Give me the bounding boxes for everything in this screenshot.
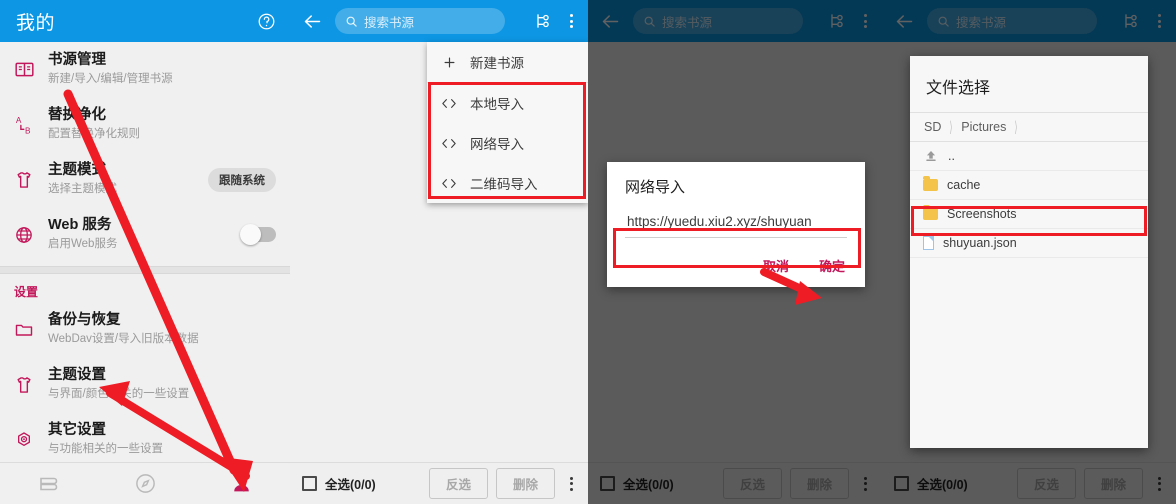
import-dropdown-menu: 新建书源 本地导入 网络导入 二维码导入 <box>427 42 588 203</box>
confirm-button[interactable]: 确定 <box>819 256 845 275</box>
network-import-dialog: 网络导入 https://yuedu.xiu2.xyz/shuyuan 取消 确… <box>607 162 865 287</box>
code-icon <box>441 177 457 190</box>
menu-item-label: 新建书源 <box>470 56 524 71</box>
back-arrow-icon[interactable] <box>302 11 323 32</box>
shirt-icon <box>14 375 48 395</box>
file-chooser-dialog: 文件选择 SD ⟩ Pictures ⟩ .. cache Screenshot… <box>910 56 1148 448</box>
menu-item-label: 二维码导入 <box>470 177 538 192</box>
section-label-settings: 设置 <box>14 285 39 299</box>
search-icon <box>345 15 358 28</box>
dialog-title: 文件选择 <box>926 80 991 97</box>
setting-subtitle: 配置替换净化规则 <box>48 128 140 140</box>
section-divider <box>0 266 290 274</box>
menu-item-label: 本地导入 <box>470 97 524 112</box>
file-row-parent[interactable]: .. <box>910 142 1148 171</box>
setting-subtitle: 选择主题模式 <box>48 183 117 195</box>
bottom-navigation <box>0 462 290 504</box>
file-row-screenshots[interactable]: Screenshots <box>910 200 1148 229</box>
svg-text:B: B <box>25 126 31 135</box>
menu-item-new-source[interactable]: 新建书源 <box>427 42 588 82</box>
setting-subtitle: 与界面/颜色相关的一些设置 <box>48 388 190 400</box>
panel-book-source-menu: 搜索书源 新建书源 本地导入 网络导入 二维码导入 全选(0/0) 反选 删除 <box>290 0 588 504</box>
search-input[interactable]: 搜索书源 <box>335 8 505 34</box>
setting-title: 备份与恢复 <box>48 312 121 328</box>
theme-mode-chip[interactable]: 跟随系统 <box>208 167 276 192</box>
replace-icon: A B <box>14 114 48 136</box>
breadcrumb-item-pictures[interactable]: Pictures <box>961 120 1006 134</box>
setting-title: Web 服务 <box>48 217 112 233</box>
folder-icon <box>923 176 938 191</box>
select-all-checkbox[interactable] <box>302 476 317 491</box>
compass-icon[interactable] <box>134 472 157 495</box>
setting-subtitle: WebDav设置/导入旧版本数据 <box>48 333 199 345</box>
setting-title: 替换净化 <box>48 107 106 123</box>
setting-row-theme-mode[interactable]: 主题模式 选择主题模式 跟随系统 <box>0 152 290 207</box>
web-service-toggle[interactable] <box>240 224 276 245</box>
page-title: 我的 <box>16 12 56 34</box>
menu-item-local-import[interactable]: 本地导入 <box>427 83 588 123</box>
book-icon <box>14 59 48 80</box>
file-row-cache[interactable]: cache <box>910 171 1148 200</box>
overflow-menu-icon[interactable] <box>563 476 580 491</box>
setting-row-theme-settings[interactable]: 主题设置 与界面/颜色相关的一些设置 <box>0 357 290 412</box>
file-icon <box>923 236 934 250</box>
setting-title: 主题模式 <box>48 162 106 178</box>
setting-subtitle: 与功能相关的一些设置 <box>48 443 163 455</box>
file-row-label: shuyuan.json <box>943 236 1017 250</box>
shirt-icon <box>14 170 48 190</box>
file-row-shuyuan-json[interactable]: shuyuan.json <box>910 229 1148 258</box>
globe-icon <box>14 225 48 245</box>
group-filter-icon[interactable] <box>533 11 553 31</box>
setting-title: 书源管理 <box>48 52 106 68</box>
folder-icon <box>14 320 48 340</box>
setting-title: 主题设置 <box>48 367 106 383</box>
bookshelf-icon[interactable] <box>37 472 61 496</box>
plus-icon <box>441 55 457 70</box>
gear-icon <box>14 430 48 450</box>
setting-row-backup-restore[interactable]: 备份与恢复 WebDav设置/导入旧版本数据 <box>0 302 290 357</box>
chevron-right-icon: ⟩ <box>1014 119 1018 136</box>
code-icon <box>441 137 457 150</box>
svg-text:A: A <box>16 116 22 125</box>
appbar-my: 我的 <box>0 0 290 42</box>
dialog-title: 网络导入 <box>625 179 686 196</box>
setting-row-book-source[interactable]: 书源管理 新建/导入/编辑/管理书源 <box>0 42 290 97</box>
overflow-menu-icon[interactable] <box>563 14 580 28</box>
settings-list: 书源管理 新建/导入/编辑/管理书源 A B 替换净化 配置替换净化规则 主题模… <box>0 42 290 462</box>
panel-my-settings: 我的 书源管理 新建/导入/编辑/管理书源 A B 替换净化 配置替换净化规则 … <box>0 0 290 504</box>
invert-selection-button[interactable]: 反选 <box>428 468 488 499</box>
panel-file-chooser-dialog: 搜索书源 全选(0/0) 反选 删除 文件选择 SD <box>882 0 1176 504</box>
menu-item-label: 网络导入 <box>470 137 524 152</box>
delete-button[interactable]: 删除 <box>495 468 555 499</box>
folder-icon <box>923 205 938 220</box>
setting-row-other-settings[interactable]: 其它设置 与功能相关的一些设置 <box>0 412 290 467</box>
file-row-label: Screenshots <box>947 207 1017 221</box>
breadcrumb: SD ⟩ Pictures ⟩ <box>910 112 1148 142</box>
menu-item-network-import[interactable]: 网络导入 <box>427 123 588 163</box>
file-row-label: .. <box>948 149 955 163</box>
help-circle-icon[interactable] <box>257 12 276 31</box>
url-input[interactable]: https://yuedu.xiu2.xyz/shuyuan <box>625 207 847 238</box>
panel-network-import-dialog: 搜索书源 全选(0/0) 反选 删除 网络导入 https://yuedu.xi… <box>588 0 882 504</box>
appbar-book-source: 搜索书源 <box>290 0 588 42</box>
search-placeholder: 搜索书源 <box>364 15 415 30</box>
setting-row-web-service[interactable]: Web 服务 启用Web服务 <box>0 207 290 262</box>
select-all-label: 全选(0/0) <box>325 478 376 492</box>
menu-item-qrcode-import[interactable]: 二维码导入 <box>427 163 588 203</box>
selection-bar: 全选(0/0) 反选 删除 <box>290 462 588 504</box>
file-row-label: cache <box>947 178 981 192</box>
up-arrow-icon <box>923 149 939 163</box>
setting-subtitle: 新建/导入/编辑/管理书源 <box>48 73 173 85</box>
chevron-right-icon: ⟩ <box>949 119 953 136</box>
person-icon[interactable] <box>230 472 253 495</box>
setting-title: 其它设置 <box>48 422 106 438</box>
code-icon <box>441 97 457 110</box>
cancel-button[interactable]: 取消 <box>763 256 789 275</box>
breadcrumb-item-sd[interactable]: SD <box>924 120 941 134</box>
setting-row-replace-purify[interactable]: A B 替换净化 配置替换净化规则 <box>0 97 290 152</box>
setting-subtitle: 启用Web服务 <box>48 238 118 250</box>
